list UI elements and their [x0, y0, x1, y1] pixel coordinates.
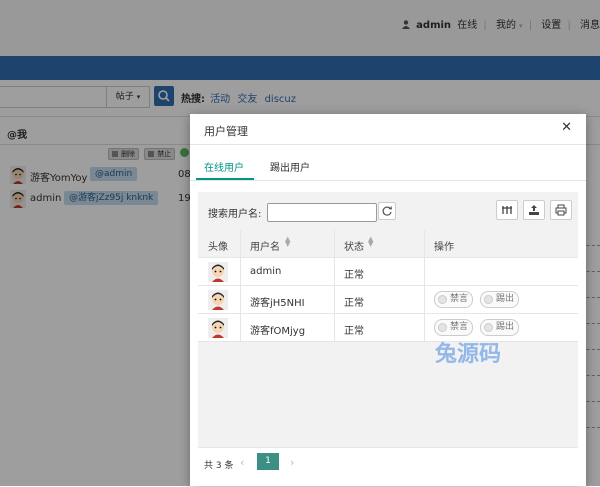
- total-count: 共 3 条: [204, 461, 234, 471]
- sort-icon[interactable]: ▲ ▼: [368, 236, 373, 248]
- table-row: 游客fOMjyg 正常 禁言 踢出: [198, 314, 578, 342]
- table-row: 游客jH5NHI 正常 禁言 踢出: [198, 286, 578, 314]
- username-cell: 游客jH5NHI: [250, 298, 305, 309]
- export-button[interactable]: [523, 200, 545, 220]
- export-icon: [529, 205, 539, 215]
- column-header-avatar: 头像: [208, 242, 228, 253]
- status-cell: 正常: [344, 270, 364, 281]
- print-button[interactable]: [550, 200, 572, 220]
- status-cell: 正常: [344, 298, 364, 309]
- dialog-header: 用户管理 ✕: [190, 114, 586, 145]
- avatar-icon: [208, 318, 228, 338]
- username-cell: 游客fOMjyg: [250, 326, 306, 337]
- sort-icon[interactable]: ▲ ▼: [285, 236, 290, 248]
- prev-page-icon[interactable]: ‹: [240, 456, 244, 469]
- column-filter-icon: [502, 206, 512, 214]
- column-header-username[interactable]: 用户名: [250, 238, 280, 253]
- column-filter-button[interactable]: [496, 200, 518, 220]
- search-username-label: 搜索用户名:: [208, 209, 262, 220]
- status-cell: 正常: [344, 326, 364, 337]
- table-header: 头像 用户名 ▲ ▼ 状态 ▲ ▼ 操作: [198, 230, 578, 258]
- mute-toggle[interactable]: 禁言: [434, 319, 474, 336]
- divider: [334, 230, 335, 342]
- column-header-actions: 操作: [434, 242, 454, 253]
- tab-online-users[interactable]: 在线用户: [204, 159, 244, 174]
- table-toolbar: 搜索用户名:: [198, 192, 578, 230]
- column-header-status[interactable]: 状态: [344, 238, 364, 253]
- user-management-dialog: 用户管理 ✕ 在线用户 踢出用户 搜索用户名: 头像 用户名 ▲ ▼ 状态 ▲ …: [190, 114, 586, 486]
- avatar-icon: [208, 290, 228, 310]
- table-row: admin 正常: [198, 258, 578, 286]
- page-button-current[interactable]: 1: [257, 453, 279, 470]
- username-cell: admin: [250, 266, 282, 277]
- mute-toggle[interactable]: 禁言: [434, 291, 474, 308]
- dialog-body: 搜索用户名: 头像 用户名 ▲ ▼ 状态 ▲ ▼ 操作 admin 正常 游客j…: [198, 192, 578, 477]
- dialog-tabs: 在线用户 踢出用户: [190, 145, 586, 181]
- divider: [240, 230, 241, 342]
- refresh-button[interactable]: [378, 202, 396, 220]
- close-icon[interactable]: ✕: [561, 120, 572, 135]
- dialog-title: 用户管理: [204, 125, 248, 138]
- active-tab-indicator: [196, 178, 254, 180]
- divider: [424, 230, 425, 342]
- refresh-icon: [382, 206, 392, 216]
- print-icon: [555, 204, 567, 216]
- avatar-icon: [208, 262, 228, 282]
- search-username-input[interactable]: [267, 203, 377, 222]
- kick-toggle[interactable]: 踢出: [480, 291, 520, 308]
- pagination: 共 3 条 ‹ 1 ›: [198, 447, 578, 478]
- kick-toggle[interactable]: 踢出: [480, 319, 520, 336]
- tab-kicked-users[interactable]: 踢出用户: [270, 159, 310, 174]
- next-page-icon[interactable]: ›: [290, 456, 294, 469]
